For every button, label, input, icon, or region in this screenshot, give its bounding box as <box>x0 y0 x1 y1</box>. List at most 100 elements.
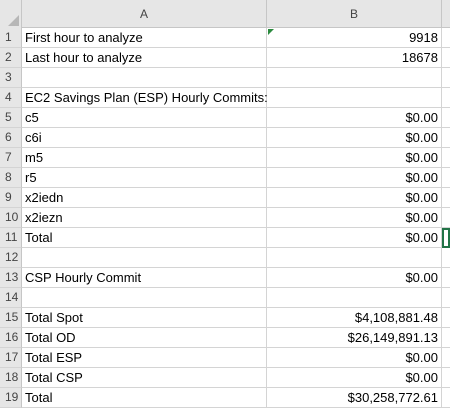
cell-b[interactable]: 18678 <box>267 48 442 68</box>
cell-a[interactable] <box>22 68 267 88</box>
column-header-row: A B <box>0 0 450 28</box>
cell-b[interactable]: $26,149,891.13 <box>267 328 442 348</box>
cell-c[interactable] <box>442 268 450 288</box>
cell-a[interactable]: Total Spot <box>22 308 267 328</box>
cell-a[interactable]: EC2 Savings Plan (ESP) Hourly Commits: <box>22 88 268 108</box>
spreadsheet: A B 1 First hour to analyze 9918 2 Last hour… <box>0 0 450 413</box>
cell-a[interactable]: x2iedn <box>22 188 267 208</box>
table-row: 17 Total ESP $0.00 <box>0 348 450 368</box>
cell-c[interactable] <box>442 248 450 268</box>
cell-comment-indicator-icon <box>268 29 274 35</box>
cell-a[interactable]: x2iezn <box>22 208 267 228</box>
row-header[interactable]: 14 <box>0 288 22 308</box>
row-header[interactable]: 18 <box>0 368 22 388</box>
row-header[interactable]: 6 <box>0 128 22 148</box>
row-header[interactable]: 4 <box>0 88 22 108</box>
cell-b[interactable]: $0.00 <box>267 208 442 228</box>
cell-c[interactable] <box>442 228 450 248</box>
cell-c[interactable] <box>442 388 450 408</box>
cell-c[interactable] <box>442 148 450 168</box>
row-header[interactable]: 16 <box>0 328 22 348</box>
table-row: 15 Total Spot $4,108,881.48 <box>0 308 450 328</box>
cell-c[interactable] <box>442 28 450 48</box>
cell-b[interactable] <box>267 68 442 88</box>
cell-c[interactable] <box>442 308 450 328</box>
table-row: 6 c6i $0.00 <box>0 128 450 148</box>
table-row: 4 EC2 Savings Plan (ESP) Hourly Commits: <box>0 88 450 108</box>
table-row: 16 Total OD $26,149,891.13 <box>0 328 450 348</box>
cell-b[interactable]: $4,108,881.48 <box>267 308 442 328</box>
cell-a[interactable]: Total CSP <box>22 368 267 388</box>
cell-a[interactable]: Total OD <box>22 328 267 348</box>
table-row: 11 Total $0.00 <box>0 228 450 248</box>
row-header[interactable]: 13 <box>0 268 22 288</box>
cell-a[interactable] <box>22 288 267 308</box>
table-row: 3 <box>0 68 450 88</box>
cell-a[interactable]: Total ESP <box>22 348 267 368</box>
row-header[interactable]: 19 <box>0 388 22 408</box>
cell-a[interactable]: c6i <box>22 128 267 148</box>
cell-b[interactable]: $0.00 <box>267 148 442 168</box>
row-header[interactable]: 7 <box>0 148 22 168</box>
cell-a[interactable]: c5 <box>22 108 267 128</box>
select-all-corner[interactable] <box>0 0 22 28</box>
cell-b[interactable]: $0.00 <box>267 108 442 128</box>
cell-a[interactable]: CSP Hourly Commit <box>22 268 267 288</box>
cell-c[interactable] <box>442 128 450 148</box>
cell-c[interactable] <box>442 48 450 68</box>
row-header[interactable]: 8 <box>0 168 22 188</box>
cell-a[interactable]: m5 <box>22 148 267 168</box>
table-row: 10 x2iezn $0.00 <box>0 208 450 228</box>
table-row: 8 r5 $0.00 <box>0 168 450 188</box>
cell-b[interactable] <box>267 288 442 308</box>
cell-a[interactable]: r5 <box>22 168 267 188</box>
column-header-c[interactable] <box>442 0 450 28</box>
cell-a[interactable]: First hour to analyze <box>22 28 267 48</box>
cell-c[interactable] <box>442 288 450 308</box>
row-header[interactable]: 2 <box>0 48 22 68</box>
table-row: 2 Last hour to analyze 18678 <box>0 48 450 68</box>
cell-a[interactable]: Total <box>22 388 267 408</box>
table-row: 18 Total CSP $0.00 <box>0 368 450 388</box>
cell-b[interactable]: $30,258,772.61 <box>267 388 442 408</box>
column-header-b[interactable]: B <box>267 0 442 28</box>
row-header[interactable]: 12 <box>0 248 22 268</box>
cell-b[interactable] <box>267 248 442 268</box>
cell-c[interactable] <box>442 368 450 388</box>
cell-b[interactable]: $0.00 <box>267 128 442 148</box>
rows-container: 1 First hour to analyze 9918 2 Last hour to … <box>0 28 450 408</box>
cell-b[interactable]: $0.00 <box>267 188 442 208</box>
table-row: 5 c5 $0.00 <box>0 108 450 128</box>
row-header[interactable]: 17 <box>0 348 22 368</box>
table-row: 9 x2iedn $0.00 <box>0 188 450 208</box>
row-header[interactable]: 9 <box>0 188 22 208</box>
cell-c[interactable] <box>442 68 450 88</box>
cell-b[interactable]: $0.00 <box>267 168 442 188</box>
row-header[interactable]: 3 <box>0 68 22 88</box>
row-header[interactable]: 10 <box>0 208 22 228</box>
cell-b[interactable]: $0.00 <box>267 368 442 388</box>
cell-b[interactable]: $0.00 <box>267 228 442 248</box>
select-all-triangle-icon <box>8 15 19 26</box>
cell-c[interactable] <box>442 208 450 228</box>
cell-a[interactable]: Total <box>22 228 267 248</box>
cell-b[interactable] <box>267 88 442 108</box>
table-row: 13 CSP Hourly Commit $0.00 <box>0 268 450 288</box>
cell-a[interactable]: Last hour to analyze <box>22 48 267 68</box>
cell-a[interactable] <box>22 248 267 268</box>
cell-b[interactable]: 9918 <box>267 28 442 48</box>
column-header-a[interactable]: A <box>22 0 267 28</box>
row-header[interactable]: 11 <box>0 228 22 248</box>
row-header[interactable]: 15 <box>0 308 22 328</box>
row-header[interactable]: 1 <box>0 28 22 48</box>
cell-c[interactable] <box>442 348 450 368</box>
cell-c[interactable] <box>442 328 450 348</box>
cell-b[interactable]: $0.00 <box>267 268 442 288</box>
cell-c[interactable] <box>442 88 450 108</box>
cell-c[interactable] <box>442 188 450 208</box>
row-header[interactable]: 5 <box>0 108 22 128</box>
cell-c[interactable] <box>442 108 450 128</box>
table-row: 12 <box>0 248 450 268</box>
cell-c[interactable] <box>442 168 450 188</box>
cell-b[interactable]: $0.00 <box>267 348 442 368</box>
